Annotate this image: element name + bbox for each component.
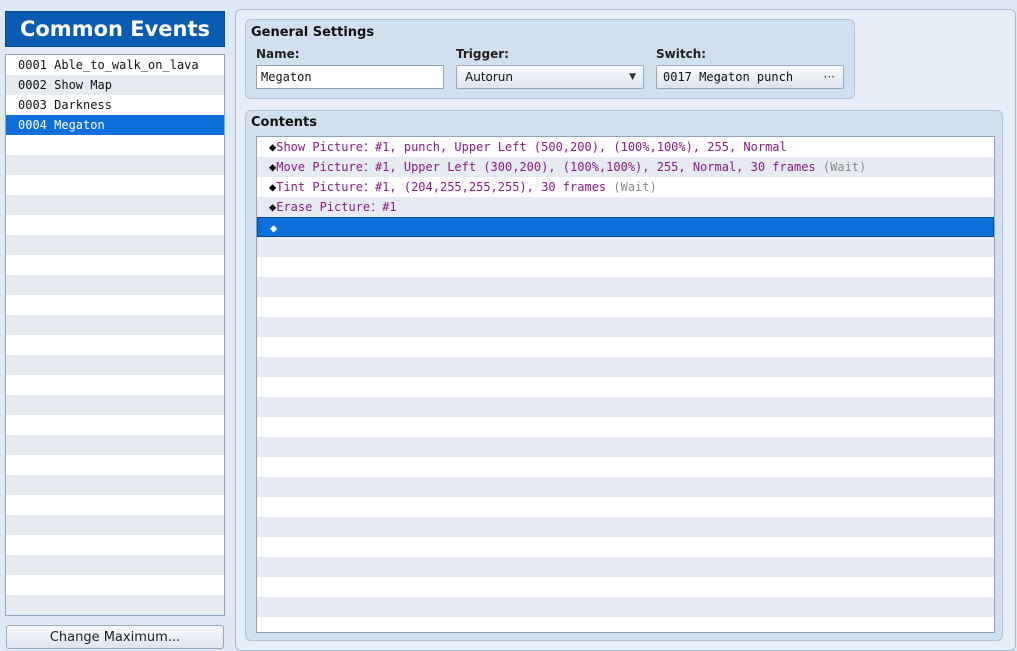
command-empty-row[interactable] xyxy=(257,457,994,477)
command-empty-row[interactable] xyxy=(257,517,994,537)
command-arguments: #1, punch, Upper Left (500,200), (100%,1… xyxy=(374,140,787,154)
event-list-empty-row[interactable] xyxy=(6,335,224,355)
event-list-empty-row[interactable] xyxy=(6,575,224,595)
command-empty-row[interactable] xyxy=(257,337,994,357)
more-options-icon: ··· xyxy=(823,70,835,84)
event-list-empty-row[interactable] xyxy=(6,235,224,255)
command-name: Tint Picture xyxy=(276,180,363,194)
event-list-empty-row[interactable] xyxy=(6,415,224,435)
event-list-empty-row[interactable] xyxy=(6,175,224,195)
command-arguments: #1, (204,255,255,255), 30 frames xyxy=(374,180,607,194)
event-list-empty-row[interactable] xyxy=(6,435,224,455)
event-list-empty-row[interactable] xyxy=(6,475,224,495)
command-empty-row[interactable] xyxy=(257,557,994,577)
trigger-label: Trigger: xyxy=(456,47,509,61)
event-list-empty-row[interactable] xyxy=(6,495,224,515)
contents-title: Contents xyxy=(251,115,317,130)
command-separator: ： xyxy=(362,140,375,154)
event-list-item[interactable]: 0004 Megaton xyxy=(6,115,224,135)
name-label: Name: xyxy=(256,47,300,61)
event-list-empty-row[interactable] xyxy=(6,135,224,155)
event-list-empty-row[interactable] xyxy=(6,355,224,375)
event-list-item[interactable]: 0001 Able_to_walk_on_lava xyxy=(6,55,224,75)
command-row[interactable]: ◆ xyxy=(257,217,994,237)
name-input-value: Megaton xyxy=(261,70,312,84)
command-row[interactable]: ◆Show Picture：#1, punch, Upper Left (500… xyxy=(257,137,994,157)
event-list-empty-row[interactable] xyxy=(6,295,224,315)
command-wait-flag: (Wait) xyxy=(613,180,657,194)
command-separator: ： xyxy=(362,180,375,194)
command-separator: ： xyxy=(362,160,375,174)
switch-select-value: 0017 Megaton punch xyxy=(663,70,794,84)
command-empty-row[interactable] xyxy=(257,597,994,617)
command-empty-row[interactable] xyxy=(257,257,994,277)
command-arguments: #1 xyxy=(382,200,397,214)
diamond-marker-icon: ◆ xyxy=(270,221,278,235)
event-list-empty-row[interactable] xyxy=(6,515,224,535)
command-separator: ： xyxy=(370,200,383,214)
command-empty-row[interactable] xyxy=(257,277,994,297)
name-input[interactable]: Megaton xyxy=(256,65,444,89)
command-empty-row[interactable] xyxy=(257,537,994,557)
command-empty-row[interactable] xyxy=(257,437,994,457)
event-list-item[interactable]: 0003 Darkness xyxy=(6,95,224,115)
event-list-empty-row[interactable] xyxy=(6,555,224,575)
event-list-empty-row[interactable] xyxy=(6,535,224,555)
switch-label: Switch: xyxy=(656,47,707,61)
event-list-empty-row[interactable] xyxy=(6,395,224,415)
command-empty-row[interactable] xyxy=(257,297,994,317)
change-maximum-button[interactable]: Change Maximum... xyxy=(6,625,224,649)
event-list-empty-row[interactable] xyxy=(6,375,224,395)
command-empty-row[interactable] xyxy=(257,397,994,417)
command-empty-row[interactable] xyxy=(257,497,994,517)
command-empty-row[interactable] xyxy=(257,477,994,497)
command-empty-row[interactable] xyxy=(257,377,994,397)
command-empty-row[interactable] xyxy=(257,577,994,597)
command-wait-flag: (Wait) xyxy=(822,160,867,174)
event-list-empty-row[interactable] xyxy=(6,255,224,275)
event-list-empty-row[interactable] xyxy=(6,455,224,475)
command-list[interactable]: ◆Show Picture：#1, punch, Upper Left (500… xyxy=(256,136,995,633)
event-list-empty-row[interactable] xyxy=(6,215,224,235)
command-empty-row[interactable] xyxy=(257,357,994,377)
general-settings-title: General Settings xyxy=(251,25,375,40)
command-row[interactable]: ◆Erase Picture：#1 xyxy=(257,197,994,217)
switch-select[interactable]: 0017 Megaton punch ··· xyxy=(656,65,844,89)
event-list-empty-row[interactable] xyxy=(6,195,224,215)
command-row[interactable]: ◆Move Picture：#1, Upper Left (300,200), … xyxy=(257,157,994,177)
common-events-title: Common Events xyxy=(5,11,225,47)
event-list-empty-row[interactable] xyxy=(6,155,224,175)
event-list-empty-row[interactable] xyxy=(6,315,224,335)
event-list-item[interactable]: 0002 Show Map xyxy=(6,75,224,95)
common-events-list[interactable]: 0001 Able_to_walk_on_lava 0002 Show Map 00… xyxy=(5,54,225,616)
trigger-select-value: Autorun xyxy=(465,70,514,84)
event-list-empty-row[interactable] xyxy=(6,275,224,295)
command-empty-row[interactable] xyxy=(257,237,994,257)
command-row[interactable]: ◆Tint Picture：#1, (204,255,255,255), 30 … xyxy=(257,177,994,197)
command-name: Show Picture xyxy=(276,140,363,154)
command-empty-row[interactable] xyxy=(257,317,994,337)
command-empty-row[interactable] xyxy=(257,617,994,632)
command-empty-row[interactable] xyxy=(257,417,994,437)
command-name: Move Picture xyxy=(276,160,363,174)
event-list-empty-row[interactable] xyxy=(6,595,224,615)
command-name: Erase Picture xyxy=(276,200,371,214)
command-arguments: #1, Upper Left (300,200), (100%,100%), 2… xyxy=(374,160,816,174)
chevron-down-icon: ▼ xyxy=(629,72,636,82)
trigger-select[interactable]: Autorun ▼ xyxy=(456,65,644,89)
